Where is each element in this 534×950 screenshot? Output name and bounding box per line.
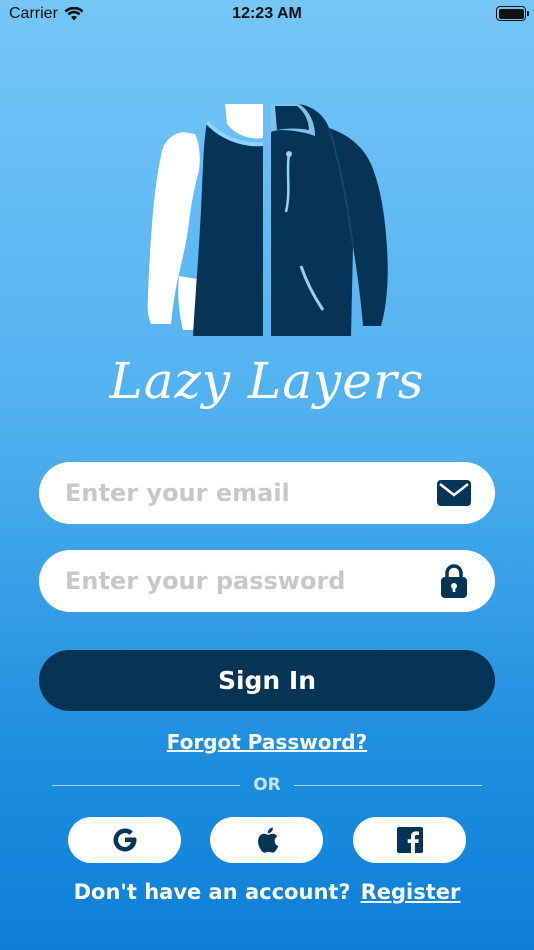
sign-in-button[interactable]: Sign In xyxy=(39,650,495,711)
facebook-icon xyxy=(396,827,423,853)
email-field[interactable] xyxy=(65,479,437,507)
facebook-signin-button[interactable] xyxy=(353,817,466,863)
google-icon xyxy=(113,828,136,852)
email-field-container[interactable] xyxy=(39,462,495,524)
register-prompt: Don't have an account? xyxy=(73,880,351,904)
google-signin-button[interactable] xyxy=(68,817,181,863)
register-link[interactable]: Register xyxy=(361,880,461,904)
apple-icon xyxy=(257,827,278,853)
envelope-icon xyxy=(437,476,471,510)
password-field[interactable] xyxy=(65,567,437,595)
forgot-password-link[interactable]: Forgot Password? xyxy=(0,730,534,754)
register-row: Don't have an account? Register xyxy=(0,880,534,904)
status-bar: Carrier 12:23 AM xyxy=(0,0,534,28)
apple-signin-button[interactable] xyxy=(210,817,323,863)
password-field-container[interactable] xyxy=(39,550,495,612)
divider-right xyxy=(294,785,482,786)
status-time: 12:23 AM xyxy=(232,5,302,22)
app-title: Lazy Layers xyxy=(109,352,425,410)
hoodie-logo-icon xyxy=(147,104,388,336)
battery-icon xyxy=(496,6,529,21)
lock-icon xyxy=(437,564,471,598)
